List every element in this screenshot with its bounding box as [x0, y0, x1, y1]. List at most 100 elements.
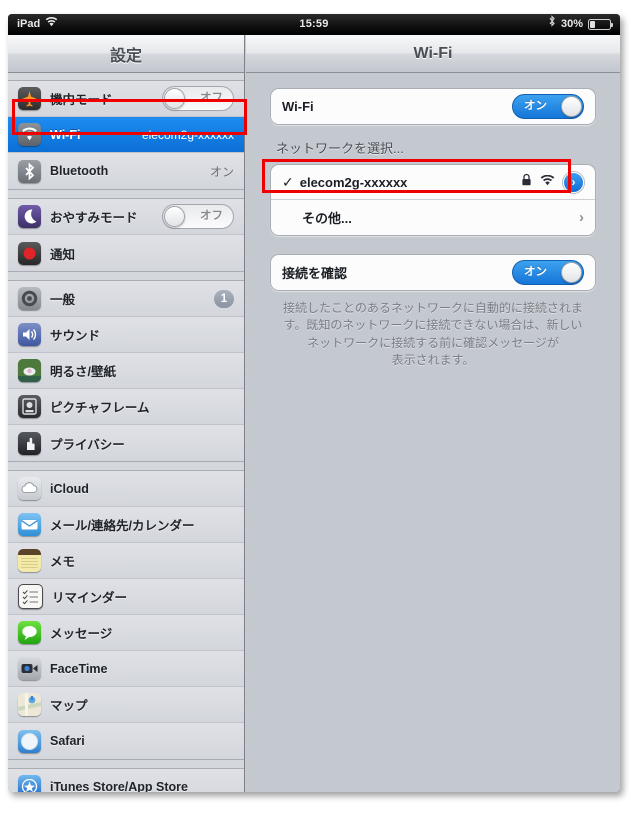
sidebar-item-messages[interactable]: メッセージ [8, 615, 244, 651]
ask-to-join-label: 接続を確認 [282, 266, 348, 281]
sidebar-item-brightness-wallpaper[interactable]: 明るさ/壁紙 [8, 353, 244, 389]
icloud-icon [18, 477, 41, 500]
sidebar-item-label: iCloud [50, 481, 89, 496]
split-view: 設定 機内モード オフ Wi-Fi elecom2g-xxxxxx Blueto… [8, 35, 620, 792]
sidebar-group-media: iTunes Store/App Store ミュージック [8, 768, 244, 792]
sidebar-item-itunes-app-store[interactable]: iTunes Store/App Store [8, 769, 244, 792]
sidebar-item-picture-frame[interactable]: ピクチャフレーム [8, 389, 244, 425]
sidebar-item-sounds[interactable]: サウンド [8, 317, 244, 353]
network-name: elecom2g-xxxxxx [299, 174, 408, 190]
sidebar-item-bluetooth[interactable]: Bluetooth オン [8, 153, 244, 189]
ask-to-join-row[interactable]: 接続を確認 オン [271, 255, 595, 290]
facetime-icon [18, 657, 41, 680]
wifi-icon [540, 173, 555, 191]
sidebar-item-label: Bluetooth [50, 164, 109, 178]
sidebar-item-safari[interactable]: Safari [8, 723, 244, 759]
footnote-line-2: 表示されます。 [391, 353, 475, 368]
sidebar-item-label: Wi-Fi [50, 127, 81, 142]
status-bar: iPad 15:59 30% [8, 14, 620, 35]
mail-icon [18, 513, 41, 536]
networks-section-header: ネットワークを選択... [276, 141, 404, 156]
sidebar-title: 設定 [109, 47, 142, 65]
sidebar-item-value: オン [209, 164, 234, 179]
messages-icon [18, 621, 41, 644]
sidebar-item-icloud[interactable]: iCloud [8, 471, 244, 507]
sidebar-item-general[interactable]: 一般 1 [8, 281, 244, 317]
wifi-toggle-wrap: オン [512, 94, 584, 119]
reminders-icon [18, 584, 43, 609]
disclosure-chevron-icon[interactable]: › [563, 171, 584, 193]
sound-icon [18, 323, 41, 346]
sidebar-item-privacy[interactable]: プライバシー [8, 425, 244, 461]
network-row-elecom2g[interactable]: ✓ elecom2g-xxxxxx › [271, 165, 595, 200]
do-not-disturb-toggle[interactable]: オフ [162, 204, 234, 229]
sidebar-item-value: elecom2g-xxxxxx [141, 127, 234, 142]
toggle-label: オン [524, 100, 547, 112]
sidebar-item-label: プライバシー [50, 437, 125, 452]
sidebar-item-airplane-mode[interactable]: 機内モード オフ [8, 81, 244, 117]
sidebar-item-do-not-disturb[interactable]: おやすみモード オフ [8, 199, 244, 235]
screenshot-root: iPad 15:59 30% 設定 機内モード オフ Wi-Fi elecom2… [0, 0, 631, 820]
lock-icon [521, 173, 532, 191]
wifi-toggle-card: Wi-Fi オン [270, 88, 596, 125]
sidebar-group-notifications: おやすみモード オフ 通知 [8, 198, 244, 272]
sidebar-item-label: メール/連絡先/カレンダー [50, 519, 195, 533]
sidebar-item-maps[interactable]: マップ [8, 687, 244, 723]
sidebar-item-label: iTunes Store/App Store [50, 779, 188, 793]
toggle-knob [164, 206, 185, 227]
toggle-label: オフ [200, 210, 223, 222]
wifi-toggle-row[interactable]: Wi-Fi オン [271, 89, 595, 124]
sidebar-item-notes[interactable]: メモ [8, 543, 244, 579]
sidebar-item-label: ピクチャフレーム [50, 401, 150, 415]
sidebar-item-facetime[interactable]: FaceTime [8, 651, 244, 687]
status-badge: 1 [214, 289, 234, 308]
toggle-label: オフ [200, 92, 223, 104]
chevron-right-icon: › [579, 209, 584, 226]
other-row-accessory: › [579, 210, 584, 225]
connected-check-icon: ✓ [282, 174, 294, 190]
toggle-knob [164, 88, 185, 109]
sidebar-item-notifications[interactable]: 通知 [8, 235, 244, 271]
do-not-disturb-toggle-wrap: オフ [162, 204, 234, 229]
general-badge-wrap: 1 [214, 289, 234, 308]
toggle-knob [561, 96, 582, 117]
sidebar-item-mail-contacts-calendars[interactable]: メール/連絡先/カレンダー [8, 507, 244, 543]
status-bar-time: 15:59 [299, 18, 329, 30]
sidebar-item-label: おやすみモード [50, 211, 138, 225]
sidebar-item-reminders[interactable]: リマインダー [8, 579, 244, 615]
wifi-icon [18, 123, 41, 146]
sidebar-item-label: メッセージ [50, 627, 113, 641]
brightness-wallpaper-icon [18, 359, 41, 382]
sidebar-item-label: マップ [50, 699, 88, 713]
notifications-icon [18, 241, 41, 265]
sidebar-item-label: Safari [50, 734, 85, 748]
sidebar-item-label: メモ [50, 555, 76, 569]
battery-percent-label: 30% [560, 18, 583, 30]
sidebar-item-label: 機内モード [50, 93, 113, 107]
ipad-device-frame: iPad 15:59 30% 設定 機内モード オフ Wi-Fi elecom2… [8, 14, 620, 792]
page-title: Wi-Fi [413, 44, 453, 62]
sidebar-item-label: サウンド [50, 329, 101, 343]
sidebar-navbar: 設定 [8, 35, 244, 73]
gear-icon [18, 287, 41, 310]
ask-to-join-toggle[interactable]: オン [512, 260, 584, 285]
toggle-label: オン [524, 266, 547, 278]
footnote-line-1: 接続したことのあるネットワークに自動的に接続されます。既知のネットワークに接続で… [283, 301, 583, 350]
battery-icon [588, 19, 614, 30]
network-row-other[interactable]: その他... › [271, 200, 595, 235]
airplane-mode-toggle[interactable]: オフ [162, 86, 234, 111]
detail-navbar: Wi-Fi [246, 35, 620, 73]
other-network-label: その他... [302, 211, 352, 226]
sidebar-scroll[interactable]: 機内モード オフ Wi-Fi elecom2g-xxxxxx Bluetooth… [8, 74, 244, 792]
airplane-icon [18, 87, 41, 110]
ask-to-join-card: 接続を確認 オン [270, 254, 596, 291]
airplane-mode-toggle-wrap: オフ [162, 86, 234, 111]
toggle-knob [561, 262, 582, 283]
sidebar-item-wifi[interactable]: Wi-Fi elecom2g-xxxxxx [8, 117, 244, 153]
sidebar-item-label: リマインダー [52, 591, 128, 605]
detail-scroll[interactable]: Wi-Fi オン ネットワークを選択... ✓ elecom2g-xxxxxx … [246, 74, 620, 792]
wifi-row-label: Wi-Fi [282, 99, 314, 114]
wifi-toggle[interactable]: オン [512, 94, 584, 119]
status-bar-right: 30% [548, 14, 614, 35]
